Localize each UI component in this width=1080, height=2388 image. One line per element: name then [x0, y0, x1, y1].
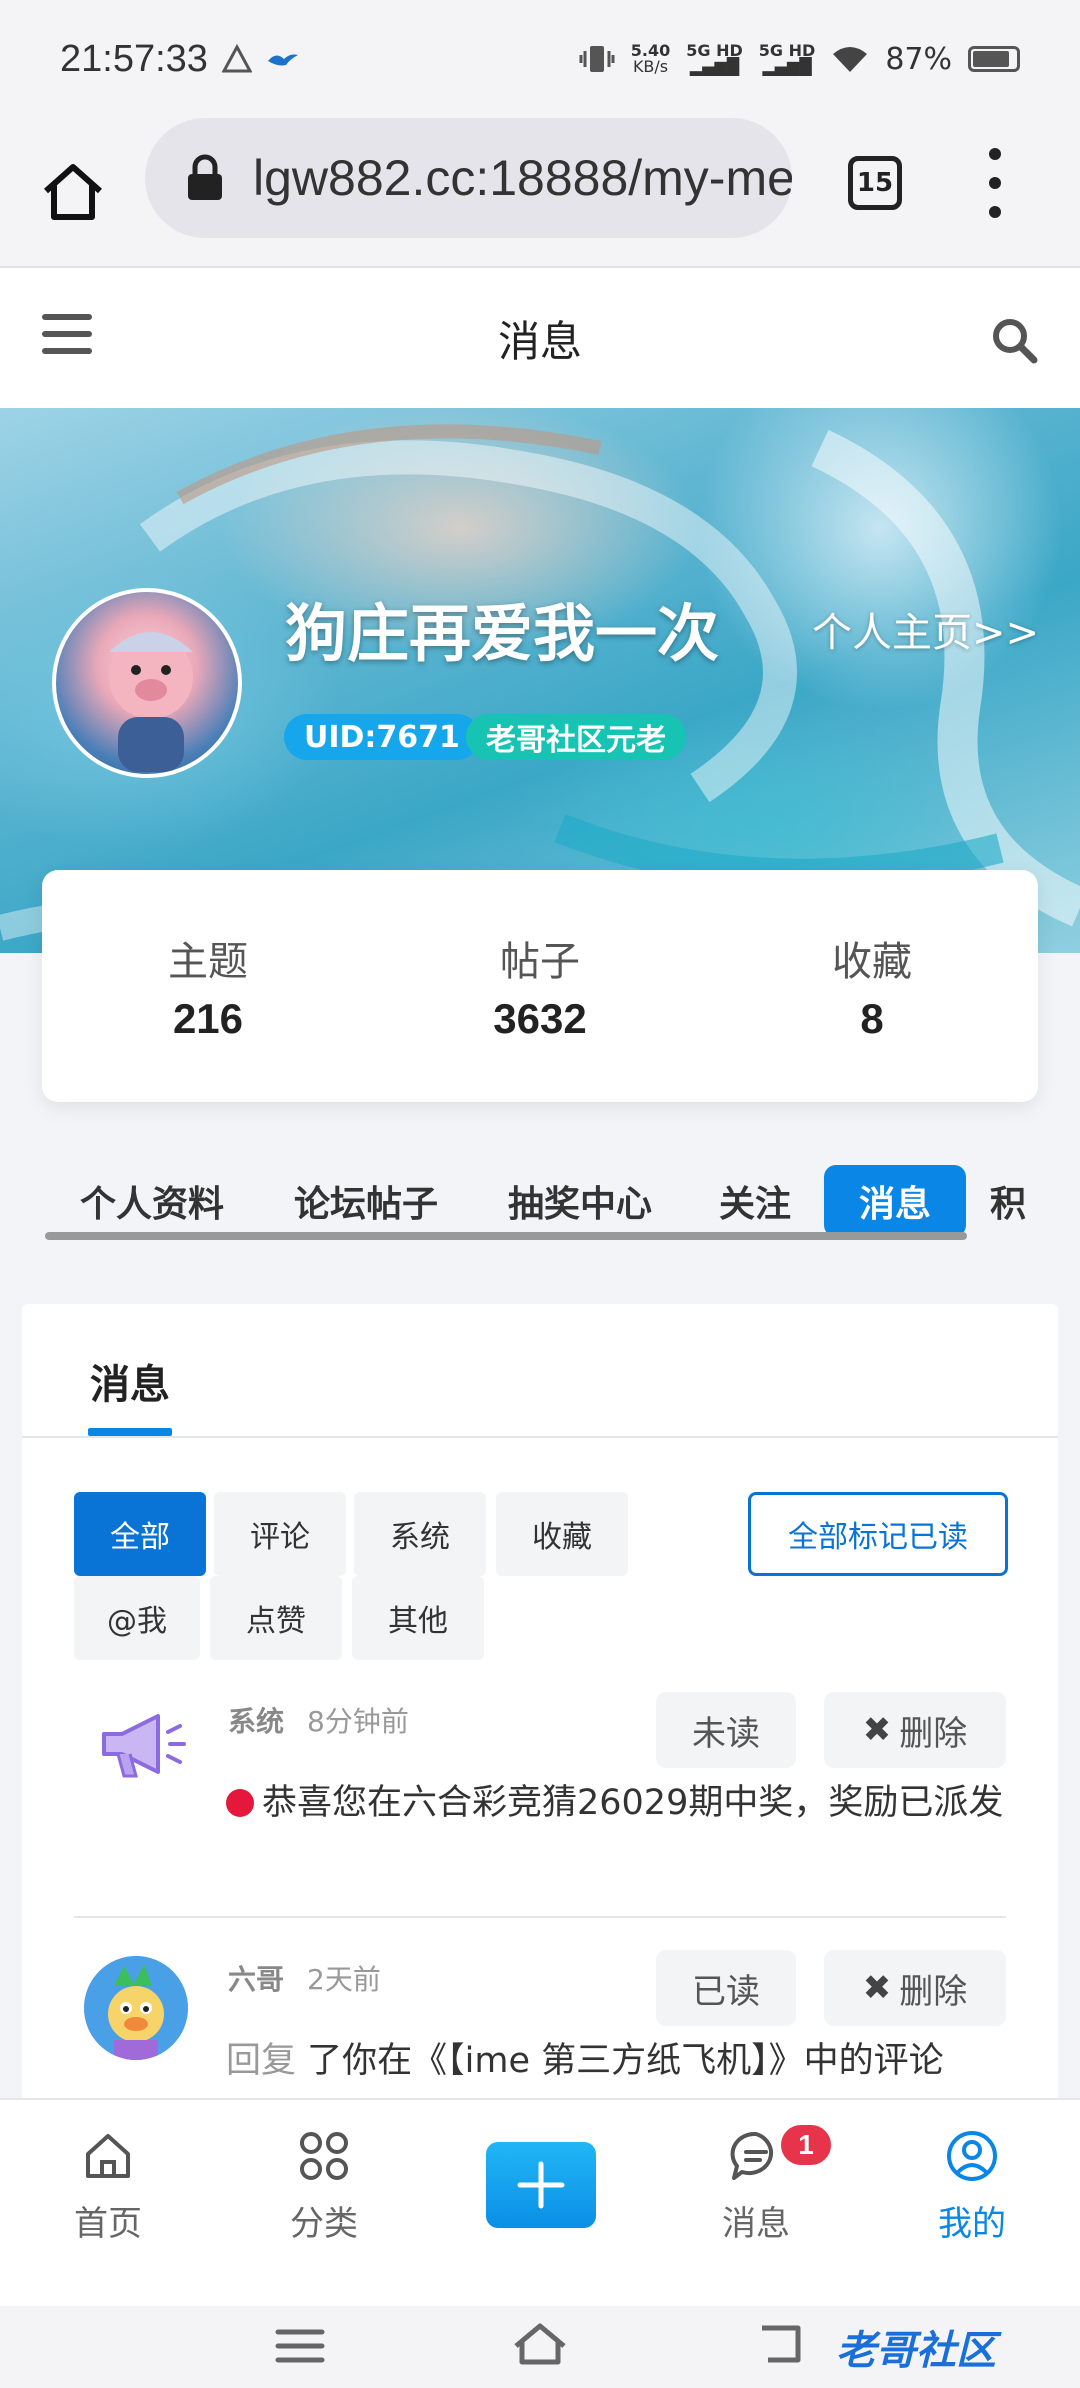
signal-icon: 5G HD ▂▄▆█ — [686, 41, 743, 76]
message-sender: 系统 — [228, 1705, 285, 1738]
avatar[interactable] — [84, 1956, 188, 2060]
uid-badge: UID:7671 — [284, 714, 480, 760]
username: 狗庄再爱我一次 — [285, 597, 720, 670]
profile-homepage-link[interactable]: 个人主页>> — [812, 600, 1039, 658]
mark-all-read-button[interactable]: 全部标记已读 — [748, 1492, 1008, 1576]
tab-profile[interactable]: 个人资料 — [62, 1165, 242, 1237]
stat-label: 帖子 — [500, 939, 580, 985]
filter-other[interactable]: 其他 — [352, 1576, 484, 1660]
megaphone-icon — [102, 1714, 186, 1778]
tabs-scrollbar[interactable] — [45, 1232, 967, 1240]
tab-forum-posts[interactable]: 论坛帖子 — [276, 1165, 456, 1237]
search-icon[interactable] — [990, 316, 1038, 364]
more-menu-icon[interactable] — [980, 148, 1010, 218]
vibrate-icon — [579, 46, 615, 72]
bottom-nav: 首页 分类 消息 1 我的 — [0, 2098, 1080, 2306]
message-prefix: 回复 — [226, 2041, 297, 2081]
tab-messages[interactable]: 消息 — [824, 1165, 966, 1237]
filter-comments[interactable]: 评论 — [214, 1492, 346, 1576]
status-bar: 21:57:33 5.40 KB/s 5G HD ▂▄▆█ 5G HD ▂▄▆█ 87… — [0, 0, 1080, 118]
nav-label: 我的 — [938, 2204, 1006, 2244]
unread-badge: 1 — [778, 2122, 834, 2168]
nav-label: 分类 — [290, 2204, 358, 2244]
home-icon[interactable] — [510, 2320, 570, 2368]
home-icon — [86, 2134, 130, 2178]
signal-icon-2: 5G HD ▂▄▆█ — [758, 41, 816, 76]
stats-card: 主题 216 帖子 3632 收藏 8 — [42, 870, 1038, 1102]
mark-read-button[interactable]: 未读 — [656, 1692, 796, 1768]
message-sender: 六哥 — [228, 1963, 285, 1996]
grid-icon — [300, 2132, 348, 2180]
active-tab-indicator — [88, 1428, 172, 1436]
delete-label: 删除 — [899, 1971, 968, 2012]
site-logo-watermark: 老哥社区 — [836, 2328, 996, 2374]
lock-icon — [188, 154, 222, 200]
divider — [74, 1916, 1006, 1918]
menu-icon[interactable] — [42, 314, 92, 354]
nav-home[interactable]: 首页 — [28, 2128, 188, 2245]
tab-points[interactable]: 积 — [990, 1165, 1050, 1237]
clock: 21:57:33 — [60, 37, 208, 80]
back-icon[interactable] — [754, 2322, 806, 2366]
filter-all[interactable]: 全部 — [74, 1492, 206, 1576]
avatar-image — [84, 1956, 188, 2060]
mark-unread-button[interactable]: 已读 — [656, 1950, 796, 2026]
net-speed: 5.40 KB/s — [630, 41, 671, 76]
delete-button[interactable]: ✖ 删除 — [824, 1692, 1006, 1768]
alert-triangle-icon — [221, 44, 252, 73]
stat-value: 216 — [172, 995, 244, 1042]
tab-following[interactable]: 关注 — [700, 1165, 810, 1237]
wifi-icon — [833, 47, 868, 72]
filter-system[interactable]: 系统 — [354, 1492, 486, 1576]
add-post-button[interactable] — [486, 2142, 596, 2228]
stat-favorites[interactable]: 收藏 8 — [706, 870, 1038, 1102]
red-circle-icon — [226, 1789, 254, 1817]
stat-value: 8 — [860, 995, 884, 1042]
browser-toolbar: lgw882.cc:18888/my-message 15 — [0, 118, 1080, 266]
stat-topics[interactable]: 主题 216 — [42, 870, 374, 1102]
tab-switcher-button[interactable]: 15 — [848, 156, 902, 210]
system-nav-bar: 老哥社区 — [0, 2306, 1080, 2388]
avatar-image — [109, 632, 193, 772]
nav-label: 消息 — [722, 2204, 790, 2244]
rank-badge: 老哥社区元老 — [466, 714, 686, 760]
delete-label: 删除 — [899, 1713, 968, 1754]
battery-icon — [968, 46, 1020, 72]
message-content[interactable]: 恭喜您在六合彩竞猜26029期中奖，奖励已派发 — [226, 1776, 1006, 1830]
avatar[interactable] — [52, 588, 242, 778]
nav-me[interactable]: 我的 — [892, 2128, 1052, 2245]
plus-icon — [517, 2161, 565, 2209]
panel-tab-messages[interactable]: 消息 — [90, 1352, 170, 1410]
close-icon: ✖ — [862, 1710, 892, 1750]
user-circle-icon — [947, 2131, 997, 2181]
home-icon[interactable] — [38, 157, 108, 227]
tab-lottery[interactable]: 抽奖中心 — [490, 1165, 670, 1237]
message-time: 8分钟前 — [307, 1705, 409, 1738]
message-content[interactable]: 回复 了你在《【ime 第三方纸飞机】》中的评论 — [226, 2034, 1026, 2088]
page-header: 消息 — [0, 266, 1080, 408]
filter-mentions[interactable]: @我 — [74, 1576, 200, 1660]
profile-tabs: 个人资料 论坛帖子 抽奖中心 关注 消息 积 — [0, 1160, 1080, 1240]
recent-apps-icon[interactable] — [274, 2326, 326, 2366]
stat-value: 3632 — [493, 995, 587, 1042]
filter-favorites[interactable]: 收藏 — [496, 1492, 628, 1576]
nav-categories[interactable]: 分类 — [244, 2128, 404, 2245]
bird-icon — [267, 54, 298, 66]
url-text: lgw882.cc:18888/my-message — [253, 150, 792, 206]
close-icon: ✖ — [862, 1968, 892, 2008]
messages-panel: 消息 全部 评论 系统 收藏 @我 点赞 其他 全部标记已读 系统 8分钟前 未… — [22, 1304, 1058, 2104]
battery-percent: 87% — [885, 41, 952, 77]
chat-bubble-icon — [730, 2131, 774, 2180]
nav-label: 首页 — [74, 2204, 142, 2244]
divider — [22, 1436, 1058, 1438]
delete-button[interactable]: ✖ 删除 — [824, 1950, 1006, 2026]
message-time: 2天前 — [307, 1963, 381, 1996]
page-title: 消息 — [497, 316, 582, 366]
address-bar[interactable]: lgw882.cc:18888/my-message — [145, 118, 792, 238]
stat-label: 收藏 — [832, 939, 912, 985]
filter-likes[interactable]: 点赞 — [210, 1576, 342, 1660]
stat-label: 主题 — [168, 939, 248, 985]
stat-posts[interactable]: 帖子 3632 — [374, 870, 706, 1102]
